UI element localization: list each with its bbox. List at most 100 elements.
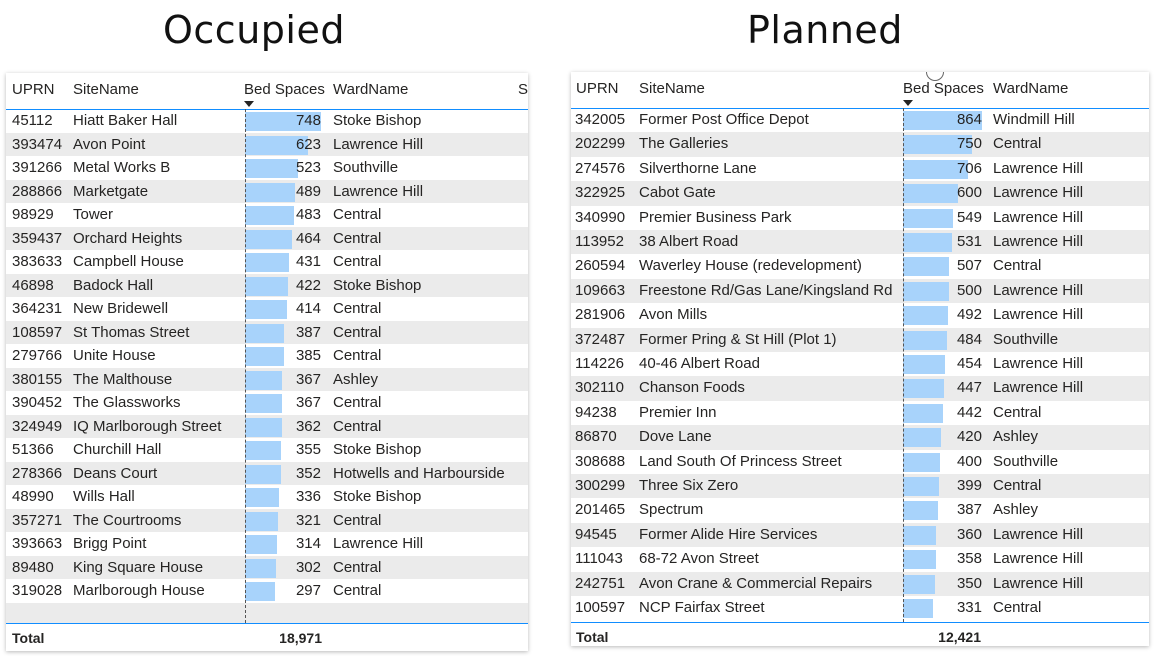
cell-sitename: Marketgate [73,182,149,200]
table-row[interactable]: 98929 Tower 483 Central [6,203,528,227]
cell-wardname: Central [333,323,382,341]
cell-bed-spaces: 385 [295,347,321,364]
cell-uprn: 274576 [575,159,626,177]
table-row[interactable]: 364231 New Bridewell 414 Central [6,297,528,321]
table-row[interactable]: 111043 68-72 Avon Street 358 Lawrence Hill [571,547,1149,571]
sort-descending-icon[interactable] [903,100,913,106]
table-row[interactable]: 113952 38 Albert Road 531 Lawrence Hill [571,230,1149,255]
table-row[interactable]: 46898 Badock Hall 422 Stoke Bishop [6,273,528,297]
table-row[interactable]: 340990 Premier Business Park 549 Lawrence H… [571,206,1149,230]
cell-wardname: Central [993,403,1042,421]
cell-bed-spaces: 600 [956,184,982,202]
table-row[interactable]: 288866 Marketgate 489 Lawrence Hill [6,179,528,203]
cell-uprn: 393474 [12,135,63,153]
table-row[interactable]: 109663 Freestone Rd/Gas Lane/Kingsland Rd… [571,278,1149,304]
table-row[interactable]: 94238 Premier Inn 442 Central [571,401,1149,425]
cell-sitename: The Galleries [639,135,729,153]
table-row[interactable]: 94545 Former Alide Hire Services 360 Lawren… [571,522,1149,548]
table-row[interactable]: 274576 Silverthorne Lane 706 Lawrence Hill [571,157,1149,181]
cell-bed-spaces: 454 [956,355,982,372]
table-row-partial[interactable] [6,602,528,623]
table-row[interactable]: 86870 Dove Lane 420 Ashley [571,425,1149,450]
cell-uprn: 114226 [575,355,624,372]
table-row[interactable]: 45112 Hiatt Baker Hall 748 Stoke Bishop [6,109,528,133]
table-row[interactable]: 308688 Land South Of Princess Street 400 So… [571,450,1149,474]
col-header-bed-spaces[interactable]: Bed Spaces [903,80,984,97]
table-row[interactable]: 393474 Avon Point 623 Lawrence Hill [6,132,528,156]
cell-bed-spaces: 358 [956,550,982,568]
table-body[interactable]: 45112 Hiatt Baker Hall 748 Stoke Bishop 3934… [6,109,528,623]
table-row[interactable]: 100597 NCP Fairfax Street 331 Central [571,596,1149,620]
cell-sitename: New Bridewell [73,300,169,317]
cell-sitename: Tower [73,206,114,223]
col-header-uprn[interactable]: UPRN [12,81,55,98]
table-row[interactable]: 322925 Cabot Gate 600 Lawrence Hill [571,181,1149,206]
cell-sitename: The Courtrooms [73,511,182,529]
occupied-table[interactable]: UPRN SiteName Bed Spaces WardName S 4511… [6,73,528,651]
col-header-uprn[interactable]: UPRN [576,80,619,97]
table-row[interactable]: 114226 40-46 Albert Road 454 Lawrence Hill [571,352,1149,376]
table-row[interactable]: 359437 Orchard Heights 464 Central [6,226,528,250]
planned-heading: Planned [747,8,903,52]
table-row[interactable]: 260594 Waverley House (redevelopment) 507 C… [571,254,1149,278]
table-row[interactable]: 372487 Former Pring & St Hill (Plot 1) 484… [571,327,1149,352]
table-row[interactable]: 51366 Churchill Hall 355 Stoke Bishop [6,438,528,462]
cell-wardname: Stoke Bishop [333,488,422,505]
cell-sitename: King Square House [73,558,204,576]
cell-sitename: Former Post Office Depot [639,111,809,128]
cell-bed-spaces: 336 [295,488,321,505]
table-row[interactable]: 278366 Deans Court 352 Hotwells and Harbour… [6,461,528,485]
cell-bed-spaces: 464 [295,229,321,247]
table-row[interactable]: 302110 Chanson Foods 447 Lawrence Hill [571,376,1149,401]
table-row[interactable]: 300299 Three Six Zero 399 Central [571,474,1149,499]
planned-table[interactable]: UPRN SiteName Bed Spaces WardName 342005… [571,72,1149,646]
table-row[interactable]: 279766 Unite House 385 Central [6,344,528,368]
total-row: Total 18,971 [6,623,528,651]
sort-descending-icon[interactable] [244,101,254,107]
col-header-wardname[interactable]: WardName [993,80,1068,97]
cell-sitename: Former Pring & St Hill (Plot 1) [639,330,837,348]
cell-sitename: Waverley House (redevelopment) [639,257,862,275]
table-row[interactable]: 393663 Brigg Point 314 Lawrence Hill [6,532,528,556]
cell-bed-spaces: 367 [295,394,321,411]
cell-bed-spaces: 420 [956,428,982,446]
table-row[interactable]: 390452 The Glassworks 367 Central [6,391,528,415]
table-row[interactable]: 383633 Campbell House 431 Central [6,250,528,274]
table-row[interactable]: 48990 Wills Hall 336 Stoke Bishop [6,485,528,509]
cell-uprn: 201465 [575,501,626,519]
cell-sitename: Silverthorne Lane [639,159,757,177]
table-row[interactable]: 380155 The Malthouse 367 Ashley [6,367,528,391]
table-row[interactable]: 357271 The Courtrooms 321 Central [6,508,528,532]
table-row[interactable]: 242751 Avon Crane & Commercial Repairs 350… [571,571,1149,596]
col-header-truncated[interactable]: S [518,81,528,98]
table-row[interactable]: 281906 Avon Mills 492 Lawrence Hill [571,303,1149,327]
cell-wardname: Central [333,558,382,576]
table-row[interactable]: 319028 Marlborough House 297 Central [6,579,528,603]
cell-sitename: Freestone Rd/Gas Lane/Kingsland Rd [639,281,893,299]
cell-wardname: Lawrence Hill [993,379,1084,397]
cell-bed-spaces: 549 [956,208,982,226]
cell-sitename: Avon Crane & Commercial Repairs [639,574,873,592]
cell-sitename: Orchard Heights [73,229,183,247]
cell-uprn: 359437 [12,229,63,247]
col-header-bed-spaces[interactable]: Bed Spaces [244,81,325,98]
cell-uprn: 94238 [575,403,617,421]
table-row[interactable]: 201465 Spectrum 387 Ashley [571,498,1149,522]
cell-wardname: Central [333,347,382,364]
cell-sitename: Hiatt Baker Hall [73,112,178,129]
cell-wardname: Lawrence Hill [993,281,1084,299]
table-row[interactable]: 391266 Metal Works B 523 Southville [6,156,528,180]
col-header-wardname[interactable]: WardName [333,81,408,98]
table-row[interactable]: 89480 King Square House 302 Central [6,555,528,579]
col-header-sitename[interactable]: SiteName [73,81,139,98]
cell-uprn: 86870 [575,428,617,446]
table-row[interactable]: 108597 St Thomas Street 387 Central [6,320,528,344]
table-body[interactable]: 342005 Former Post Office Depot 864 Windmil… [571,108,1149,622]
cell-bed-spaces: 447 [956,379,982,397]
col-header-sitename[interactable]: SiteName [639,80,705,97]
cell-wardname: Ashley [993,428,1039,446]
table-row[interactable]: 324949 IQ Marlborough Street 362 Central [6,414,528,438]
table-row[interactable]: 202299 The Galleries 750 Central [571,132,1149,157]
table-row[interactable]: 342005 Former Post Office Depot 864 Windmil… [571,108,1149,132]
cell-uprn: 108597 [12,323,63,341]
